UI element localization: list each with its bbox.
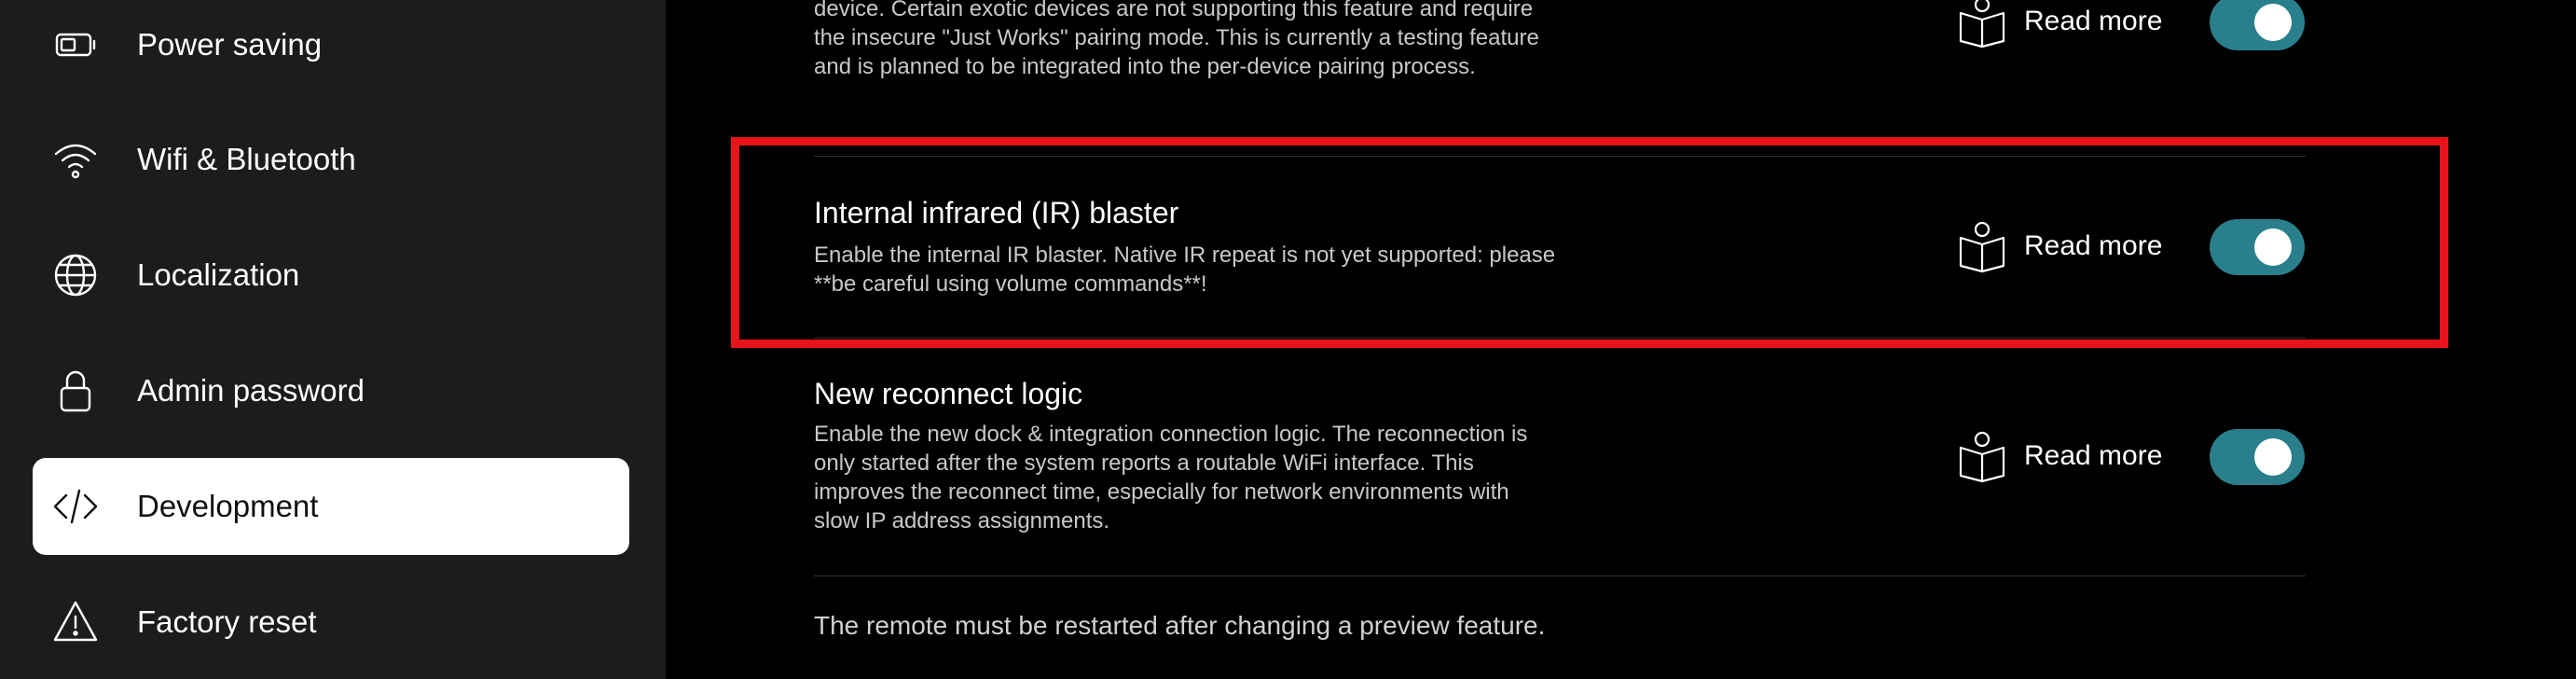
divider xyxy=(814,338,2306,339)
sidebar-item-label: Development xyxy=(137,489,319,523)
sidebar: Power saving Wifi & Bluetooth Localizati… xyxy=(0,0,666,679)
setting-toggle[interactable] xyxy=(2210,219,2305,275)
setting-description: Enable the internal IR blaster. Native I… xyxy=(814,242,1556,297)
sidebar-item-wifi-bluetooth[interactable]: Wifi & Bluetooth xyxy=(33,111,629,208)
battery-icon xyxy=(51,21,100,69)
setting-description: Enable the new dock & integration connec… xyxy=(814,422,1528,534)
setting-toggle[interactable] xyxy=(2210,0,2305,50)
globe-icon xyxy=(51,251,100,299)
read-more-label: Read more xyxy=(2024,440,2163,471)
sidebar-item-label: Admin password xyxy=(137,373,365,408)
read-more-label: Read more xyxy=(2024,230,2163,261)
setting-description: device. Certain exotic devices are not s… xyxy=(814,0,1539,79)
lock-icon xyxy=(51,367,100,415)
read-more-button[interactable]: Read more xyxy=(1957,218,2162,274)
read-more-button[interactable]: Read more xyxy=(1957,428,2162,484)
wifi-icon xyxy=(51,135,100,184)
setting-toggle[interactable] xyxy=(2210,429,2305,485)
app: Power saving Wifi & Bluetooth Localizati… xyxy=(0,0,2576,679)
divider xyxy=(814,156,2306,157)
divider xyxy=(814,575,2306,576)
sidebar-item-development[interactable]: Development xyxy=(33,458,629,555)
toggle-knob xyxy=(2254,4,2292,41)
sidebar-item-label: Power saving xyxy=(137,27,323,62)
toggle-knob xyxy=(2254,229,2292,266)
sidebar-item-label: Localization xyxy=(137,257,300,292)
sidebar-item-label: Factory reset xyxy=(137,604,317,639)
sidebar-item-power-saving[interactable]: Power saving xyxy=(33,0,629,93)
sidebar-item-admin-password[interactable]: Admin password xyxy=(33,342,629,439)
sidebar-item-localization[interactable]: Localization xyxy=(33,227,629,324)
read-more-button[interactable]: Read more xyxy=(1957,0,2162,49)
read-more-label: Read more xyxy=(2024,6,2163,36)
book-reader-icon xyxy=(1957,429,2007,483)
setting-title: New reconnect logic xyxy=(814,377,1083,410)
restart-note: The remote must be restarted after chang… xyxy=(814,611,1546,640)
warning-icon xyxy=(51,598,100,646)
book-reader-icon xyxy=(1957,0,2007,48)
toggle-knob xyxy=(2254,438,2292,476)
code-icon xyxy=(51,482,100,531)
settings-panel: device. Certain exotic devices are not s… xyxy=(666,0,2576,679)
sidebar-item-factory-reset[interactable]: Factory reset xyxy=(33,574,629,671)
book-reader-icon xyxy=(1957,219,2007,273)
sidebar-item-label: Wifi & Bluetooth xyxy=(137,142,356,176)
